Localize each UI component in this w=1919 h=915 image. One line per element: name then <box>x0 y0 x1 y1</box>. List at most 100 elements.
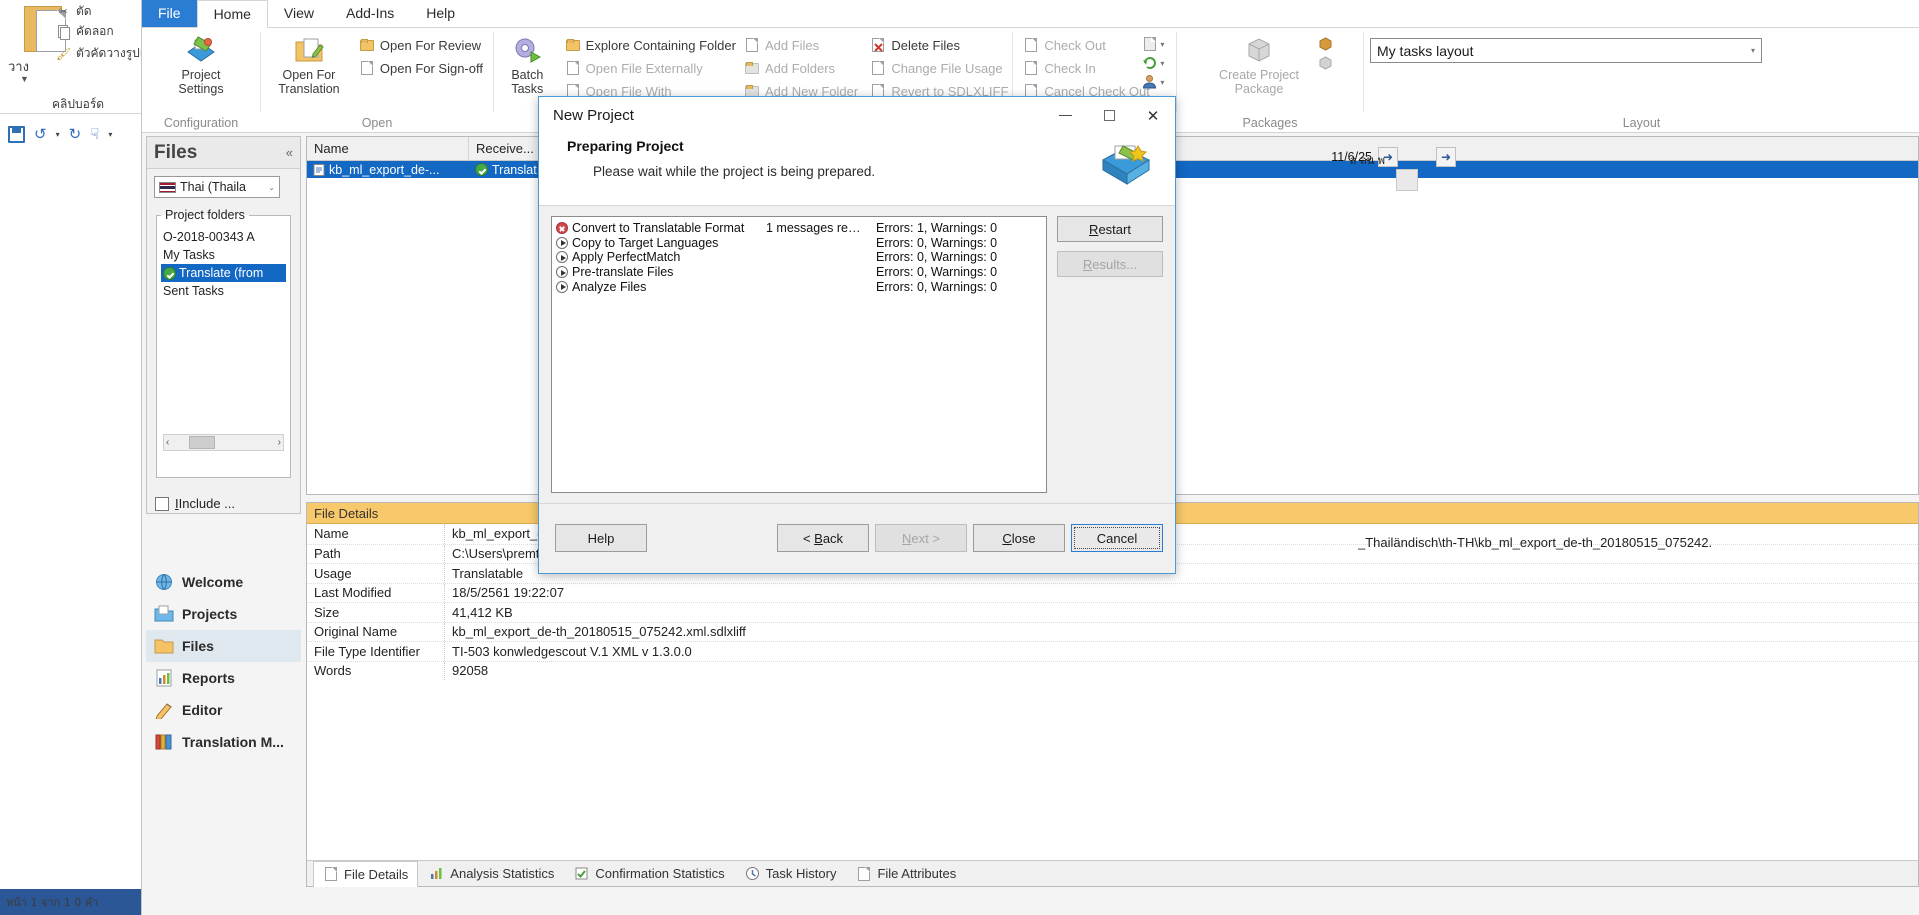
restart-button[interactable]: Restart <box>1057 216 1163 242</box>
open-for-signoff-button[interactable]: Open For Sign-off <box>355 57 487 79</box>
close-dialog-button[interactable]: Close <box>973 524 1065 552</box>
assign-user-dropdown[interactable]: ▾ <box>1142 74 1168 90</box>
nav-item-welcome[interactable]: Welcome <box>146 566 301 598</box>
update-dropdown[interactable]: ▾ <box>1142 55 1168 71</box>
publish-dropdown[interactable]: ▾ <box>1142 36 1168 52</box>
detail-key: Words <box>307 661 445 680</box>
maximize-button[interactable] <box>1087 97 1131 134</box>
collapse-panel-icon[interactable]: « <box>286 145 293 160</box>
tree-item-translate[interactable]: Translate (from <box>161 264 286 282</box>
dialog-title-bar[interactable]: New Project ✕ <box>539 97 1175 134</box>
help-button[interactable]: Help <box>555 524 647 552</box>
open-for-translation-button[interactable]: Open For Translation <box>267 32 351 96</box>
create-project-package-button[interactable]: Create Project Package <box>1204 32 1314 96</box>
tree-item-my-tasks[interactable]: My Tasks <box>161 246 286 264</box>
tab-file[interactable]: File <box>142 0 197 27</box>
paste-icon[interactable] <box>10 2 66 54</box>
column-header-name[interactable]: Name <box>307 136 469 161</box>
detail-row: Words 92058 <box>307 660 1918 680</box>
scrollbar-thumb[interactable] <box>189 436 216 449</box>
horizontal-scrollbar[interactable]: ‹ › <box>163 434 284 451</box>
touch-mode-icon[interactable]: ☟ <box>90 125 99 143</box>
nav-item-files[interactable]: Files <box>146 630 301 662</box>
move-last-icon[interactable]: ➜ <box>1436 147 1456 167</box>
column-header-received[interactable]: Receive... <box>469 136 547 161</box>
tree-item-project[interactable]: O-2018-00343 A <box>161 228 286 246</box>
tab-task-history[interactable]: Task History <box>736 861 846 887</box>
change-file-usage-button[interactable]: Change File Usage <box>866 57 1012 79</box>
qat-dropdown-icon[interactable]: ▾ <box>108 130 112 139</box>
tab-label: File Details <box>344 866 409 882</box>
task-name: Pre-translate Files <box>572 265 674 280</box>
tree-item-sent-tasks[interactable]: Sent Tasks <box>161 282 286 300</box>
include-checkbox[interactable] <box>155 496 169 511</box>
project-settings-button[interactable]: Project Settings <box>158 32 244 96</box>
add-folders-button[interactable]: Add Folders <box>740 57 866 79</box>
check-in-button[interactable]: Check In <box>1019 57 1140 79</box>
task-list[interactable]: Convert to Translatable Format 1 message… <box>551 216 1047 493</box>
tab-add-ins[interactable]: Add-Ins <box>330 0 410 27</box>
task-row[interactable]: Copy to Target Languages Errors: 0, Warn… <box>556 236 1046 251</box>
redo-icon[interactable]: ↻ <box>69 125 82 143</box>
dialog-title: New Project <box>553 107 634 124</box>
save-icon[interactable] <box>8 125 25 143</box>
undo-dropdown-icon[interactable]: ▾ <box>56 130 60 139</box>
task-row[interactable]: Apply PerfectMatch Errors: 0, Warnings: … <box>556 250 1046 265</box>
task-errors: Errors: 0, Warnings: 0 <box>876 279 998 294</box>
close-button[interactable]: ✕ <box>1131 97 1175 134</box>
cut-button[interactable]: ✂ ตัด <box>56 2 92 21</box>
create-return-package-button[interactable] <box>1318 55 1334 71</box>
change-file-usage-label: Change File Usage <box>891 60 1003 76</box>
file-attributes-tab-icon <box>856 866 872 882</box>
task-row[interactable]: Pre-translate Files Errors: 0, Warnings:… <box>556 265 1046 280</box>
tab-file-details[interactable]: File Details <box>313 860 419 887</box>
extra-toolbar-button[interactable] <box>1396 169 1418 191</box>
tab-help[interactable]: Help <box>410 0 471 27</box>
open-for-translation-icon <box>293 34 325 66</box>
next-button[interactable]: Next > <box>875 524 967 552</box>
format-painter-button[interactable]: 🖌 ตัวคัดวางรูปแ <box>56 44 148 63</box>
undo-icon[interactable]: ↺ <box>34 125 47 143</box>
batch-tasks-button[interactable]: Batch Tasks <box>500 32 555 96</box>
check-out-button[interactable]: Check Out <box>1019 34 1140 56</box>
nav-item-reports[interactable]: Reports <box>146 662 301 694</box>
tab-home[interactable]: Home <box>196 0 268 28</box>
explore-containing-folder-button[interactable]: Explore Containing Folder <box>561 34 740 56</box>
scroll-left-icon[interactable]: ‹ <box>166 437 169 448</box>
include-checkbox-row[interactable]: IInclude ... <box>155 496 235 511</box>
nav-item-editor[interactable]: Editor <box>146 694 301 726</box>
open-package-button[interactable] <box>1318 36 1334 52</box>
pending-icon <box>556 251 568 264</box>
error-icon <box>556 222 568 235</box>
paste-dropdown-icon[interactable]: ▼ <box>20 74 29 84</box>
task-row[interactable]: Convert to Translatable Format 1 message… <box>556 221 1046 236</box>
tab-analysis-statistics[interactable]: Analysis Statistics <box>420 861 563 887</box>
language-select[interactable]: Thai (Thaila ⌄ <box>154 176 280 198</box>
task-errors: Errors: 0, Warnings: 0 <box>876 235 998 250</box>
dialog-footer: Help < Back Next > Close Cancel <box>539 503 1175 573</box>
nav-item-translation-memories[interactable]: Translation M... <box>146 726 301 758</box>
scroll-right-icon[interactable]: › <box>278 437 281 448</box>
ribbon-tab-bar: File Home View Add-Ins Help <box>142 0 1919 28</box>
tab-file-attributes[interactable]: File Attributes <box>847 861 965 887</box>
layout-select[interactable]: My tasks layout ▾ <box>1370 38 1762 63</box>
cancel-button[interactable]: Cancel <box>1071 524 1163 552</box>
tab-confirmation-statistics[interactable]: Confirmation Statistics <box>565 861 733 887</box>
open-for-review-button[interactable]: Open For Review <box>355 34 487 56</box>
add-files-button[interactable]: Add Files <box>740 34 866 56</box>
copy-button[interactable]: คัดลอก <box>56 22 114 41</box>
task-row[interactable]: Analyze Files Errors: 0, Warnings: 0 <box>556 279 1046 294</box>
minimize-button[interactable] <box>1043 97 1087 134</box>
check-in-label: Check In <box>1044 60 1096 76</box>
globe-icon <box>154 573 174 591</box>
tab-view[interactable]: View <box>268 0 330 27</box>
bottom-tab-bar: File Details Analysis Statistics Confirm… <box>307 860 1918 887</box>
delete-files-button[interactable]: Delete Files <box>866 34 1012 56</box>
file-details-title: File Details <box>314 505 379 521</box>
back-button[interactable]: < Back <box>777 524 869 552</box>
detail-key: Original Name <box>307 622 445 641</box>
open-file-externally-button[interactable]: Open File Externally <box>561 57 740 79</box>
restart-label-rest: estart <box>1098 221 1131 237</box>
nav-item-projects[interactable]: Projects <box>146 598 301 630</box>
results-button[interactable]: Results... <box>1057 251 1163 277</box>
